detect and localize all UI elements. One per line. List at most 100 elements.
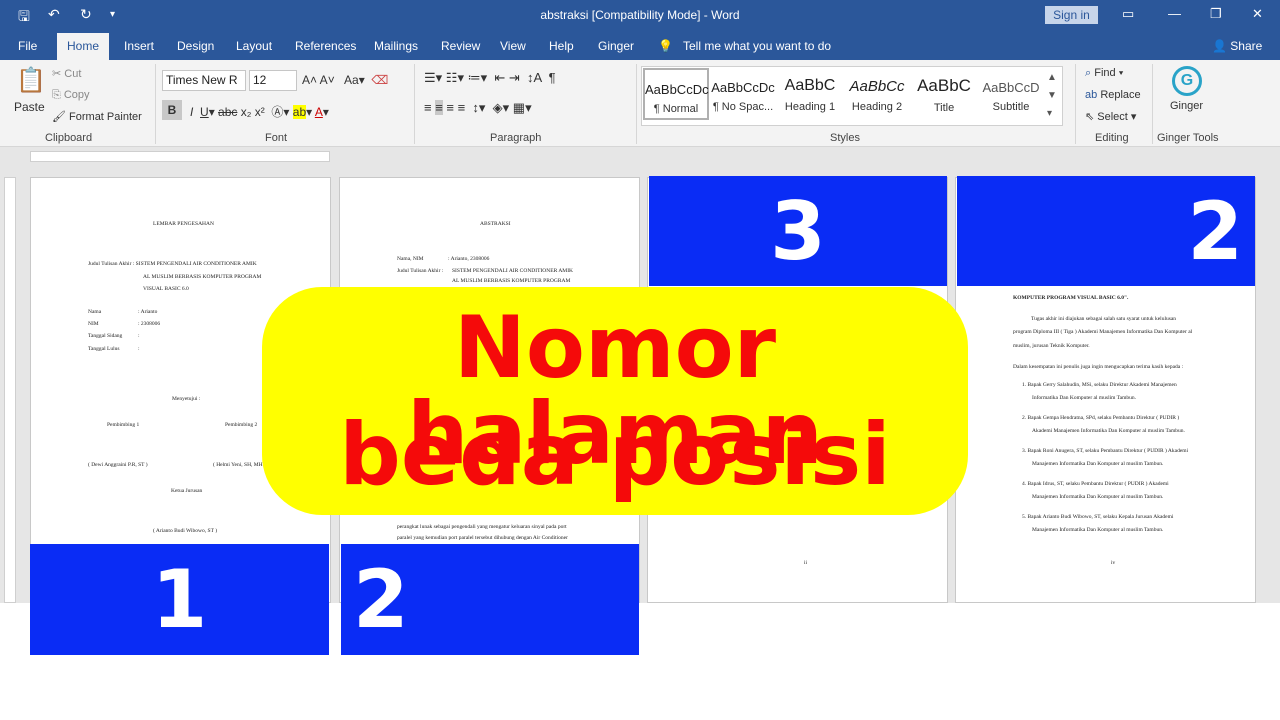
tab-ginger[interactable]: Ginger	[598, 39, 634, 53]
share-button[interactable]: 👤 Share	[1212, 39, 1262, 53]
list-buttons[interactable]: ☰▾ ☷▾ ≔▾ ⇤ ⇥ ↕A ¶	[424, 70, 556, 86]
divider	[414, 64, 415, 144]
divider	[1152, 64, 1153, 144]
cut-label: Cut	[64, 68, 82, 80]
clipboard-group-label: Clipboard	[45, 132, 93, 144]
select-button[interactable]: ⇖ Select ▾	[1085, 110, 1136, 123]
ribbon: 📋 Paste ✂ Cut ⎘ Copy 🖌 Format Painter Cl…	[0, 60, 1280, 147]
style-preview: AaBbCcDc	[711, 80, 775, 95]
styles-scroll-icons[interactable]: ▲ ▼ ▾	[1047, 69, 1057, 123]
divider	[1075, 64, 1076, 144]
page-text: Pembimbing 2	[225, 422, 258, 428]
ribbon-tabs: File Home Insert Design Layout Reference…	[0, 31, 1280, 60]
tab-mailings[interactable]: Mailings	[374, 39, 418, 53]
page-text: paralel yang kemudian port paralel terse…	[397, 535, 568, 541]
page-number-badge: 2	[341, 544, 639, 655]
styles-gallery: AaBbCcDc ¶ Normal AaBbCcDc ¶ No Spac... Aa…	[641, 66, 1063, 126]
tab-layout[interactable]: Layout	[236, 39, 272, 53]
tab-view[interactable]: View	[500, 39, 526, 53]
page-text: NIM	[88, 321, 99, 327]
page-text: Tanggal Sidang	[88, 333, 123, 339]
page-text: AL MUSLIM BERBASIS KOMPUTER PROGRAM	[143, 274, 262, 280]
paste-button[interactable]: Paste	[14, 100, 45, 114]
font-group-label: Font	[265, 132, 288, 144]
divider	[155, 64, 156, 144]
ribbon-display-icon[interactable]: ▭	[1122, 6, 1134, 22]
paragraph-group-label: Paragraph	[490, 132, 542, 144]
page-text: Ketua Jurusan	[171, 488, 203, 494]
tab-help[interactable]: Help	[549, 39, 574, 53]
maximize-icon[interactable]: ❐	[1210, 6, 1222, 22]
page-number-footer: ii	[804, 560, 808, 566]
close-icon[interactable]: ✕	[1252, 6, 1263, 22]
align-buttons[interactable]: ≡ ≡ ≡ ≡ ↕▾ ◈▾ ▦▾	[424, 100, 532, 116]
paste-icon[interactable]: 📋	[16, 66, 46, 95]
page-text: muslim, jurusan Teknik Komputer.	[1013, 343, 1090, 349]
page-text: :	[138, 346, 140, 352]
tab-insert[interactable]: Insert	[124, 39, 154, 53]
style-preview: AaBbC	[917, 76, 971, 95]
ginger-button[interactable]: Ginger	[1170, 100, 1203, 112]
style-no-spacing[interactable]: AaBbCcDc ¶ No Spac...	[710, 68, 776, 120]
list-item: Manajemen Informatika Dan Komputer al mu…	[1032, 461, 1164, 467]
divider	[636, 64, 637, 144]
style-name: Title	[933, 102, 955, 114]
page-text: Nama, NIM	[397, 256, 424, 262]
page-text: program Diploma III ( Tiga ) Akademi Man…	[1013, 329, 1193, 335]
minimize-icon[interactable]: —	[1168, 6, 1181, 21]
page-text: Tanggal Lulus	[88, 346, 120, 352]
page-text: Pembimbing 1	[107, 422, 140, 428]
tab-home[interactable]: Home	[57, 33, 110, 60]
find-label: Find	[1094, 67, 1116, 79]
style-title[interactable]: AaBbC Title	[911, 68, 977, 120]
copy-button[interactable]: ⎘ Copy	[52, 89, 90, 102]
find-button[interactable]: ⌕ Find ▾	[1085, 67, 1123, 80]
page-text: Menyetujui :	[172, 396, 201, 402]
list-item: Informatika Dan Komputer al muslim Tambu…	[1032, 395, 1136, 401]
horizontal-ruler[interactable]	[30, 151, 330, 162]
vertical-ruler[interactable]	[4, 177, 16, 603]
tab-design[interactable]: Design	[177, 39, 214, 53]
style-heading-2[interactable]: AaBbCc Heading 2	[844, 68, 910, 120]
page-text: : 2308006	[138, 321, 161, 327]
styles-group-label: Styles	[830, 132, 860, 144]
page-text: :	[138, 333, 140, 339]
page-text: AL MUSLIM BERBASIS KOMPUTER PROGRAM	[452, 278, 571, 284]
copy-label: Copy	[63, 89, 90, 101]
page-text: Judul Tulisan Akhir :	[397, 268, 444, 274]
font-name-select[interactable]: Times New R	[162, 70, 246, 91]
lightbulb-icon: 💡	[658, 39, 673, 53]
list-item: Manajemen Informatika Dan Komputer al mu…	[1032, 494, 1164, 500]
list-item: 3. Bapak Roni Anugera, ST, selaku Pemban…	[1022, 448, 1189, 454]
ginger-logo-icon[interactable]: G	[1172, 66, 1202, 96]
style-name: Heading 1	[784, 101, 836, 113]
tab-file[interactable]: File	[18, 39, 37, 53]
page-heading: ABSTRAKSI	[480, 221, 511, 227]
page-text: ( Helmi Yeni, SH, MH )	[213, 462, 266, 468]
style-heading-1[interactable]: AaBbC Heading 1	[777, 68, 843, 120]
style-normal[interactable]: AaBbCcDc ¶ Normal	[643, 68, 709, 120]
page-number-badge: 3	[649, 176, 947, 286]
page-text: SISTEM PENGENDALI AIR CONDITIONER AMIK	[452, 268, 573, 274]
list-item: Akademi Manajemen Informatika Dan Komput…	[1032, 428, 1185, 434]
format-buttons[interactable]: I U▾ abc x₂ x² Ⓐ▾ ab▾ A▾	[190, 103, 329, 120]
sign-in-button[interactable]: Sign in	[1045, 6, 1098, 24]
style-preview: AaBbCcD	[982, 80, 1040, 95]
ginger-group-label: Ginger Tools	[1157, 132, 1219, 144]
grow-shrink-font-icons[interactable]: A˄ A˅ Aa▾ ⌫	[302, 73, 388, 87]
page-number-badge: 1	[30, 544, 329, 655]
page-text: ( Arianto Budi Wibowo, ST )	[153, 528, 218, 534]
style-name: ¶ No Spac...	[712, 101, 774, 113]
format-painter-button[interactable]: 🖌 Format Painter	[52, 110, 142, 123]
font-size-select[interactable]: 12	[249, 70, 297, 91]
tell-me-search[interactable]: Tell me what you want to do	[683, 39, 831, 53]
tab-references[interactable]: References	[295, 39, 356, 53]
tab-review[interactable]: Review	[441, 39, 480, 53]
page-number-footer: iv	[1111, 560, 1116, 566]
page-text: : Arianto	[138, 309, 158, 315]
replace-button[interactable]: ab Replace	[1085, 89, 1141, 101]
editing-group-label: Editing	[1095, 132, 1129, 144]
cut-button[interactable]: ✂ Cut	[52, 67, 81, 80]
style-subtitle[interactable]: AaBbCcD Subtitle	[978, 68, 1044, 120]
bold-button[interactable]: B	[162, 100, 182, 120]
